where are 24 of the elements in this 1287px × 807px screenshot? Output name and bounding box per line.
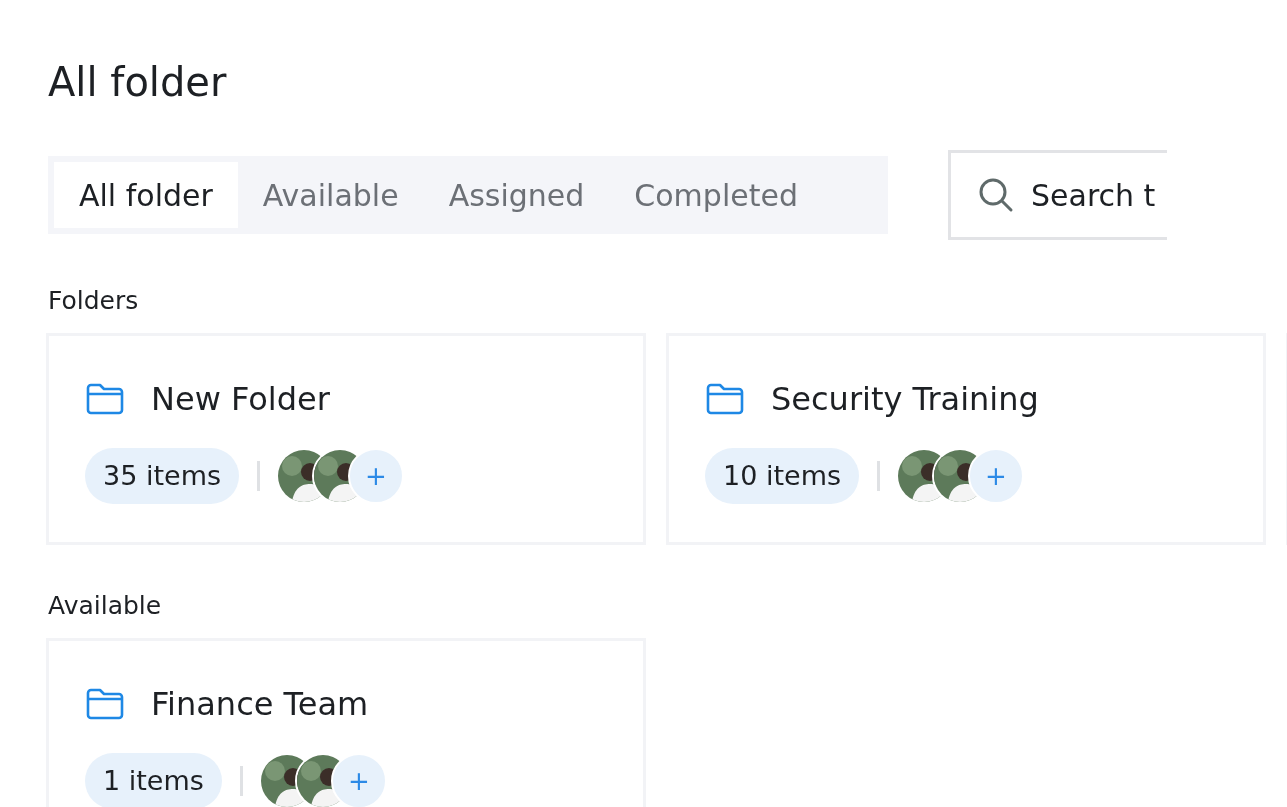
search-icon xyxy=(978,177,1014,213)
section-title: Folders xyxy=(48,286,140,315)
tab[interactable]: Completed xyxy=(609,162,823,228)
folder-name: Finance Team xyxy=(151,685,369,723)
add-member-button[interactable]: + xyxy=(330,753,387,807)
tab[interactable]: All folder xyxy=(54,162,238,228)
search-field[interactable]: Search t xyxy=(948,150,1167,240)
folder-card[interactable]: New Folder 35 items + xyxy=(46,333,646,545)
folder-name: Security Training xyxy=(771,380,1039,418)
section-title: Available xyxy=(48,591,163,620)
add-member-button[interactable]: + xyxy=(348,448,404,504)
tab[interactable]: Assigned xyxy=(423,162,610,228)
add-member-button[interactable]: + xyxy=(968,448,1024,504)
folder-card[interactable]: Finance Team 1 items + xyxy=(46,638,646,807)
folder-name: New Folder xyxy=(151,380,330,418)
item-count: 35 items xyxy=(85,448,239,504)
folder-icon xyxy=(705,382,745,416)
folder-card[interactable]: Security Training 10 items + xyxy=(666,333,1266,545)
item-count: 1 items xyxy=(85,753,222,807)
tab[interactable]: Available xyxy=(237,162,424,228)
folder-icon xyxy=(85,382,125,416)
folder-icon xyxy=(85,687,125,721)
page-title: All folder xyxy=(48,58,228,107)
item-count: 10 items xyxy=(705,448,859,504)
